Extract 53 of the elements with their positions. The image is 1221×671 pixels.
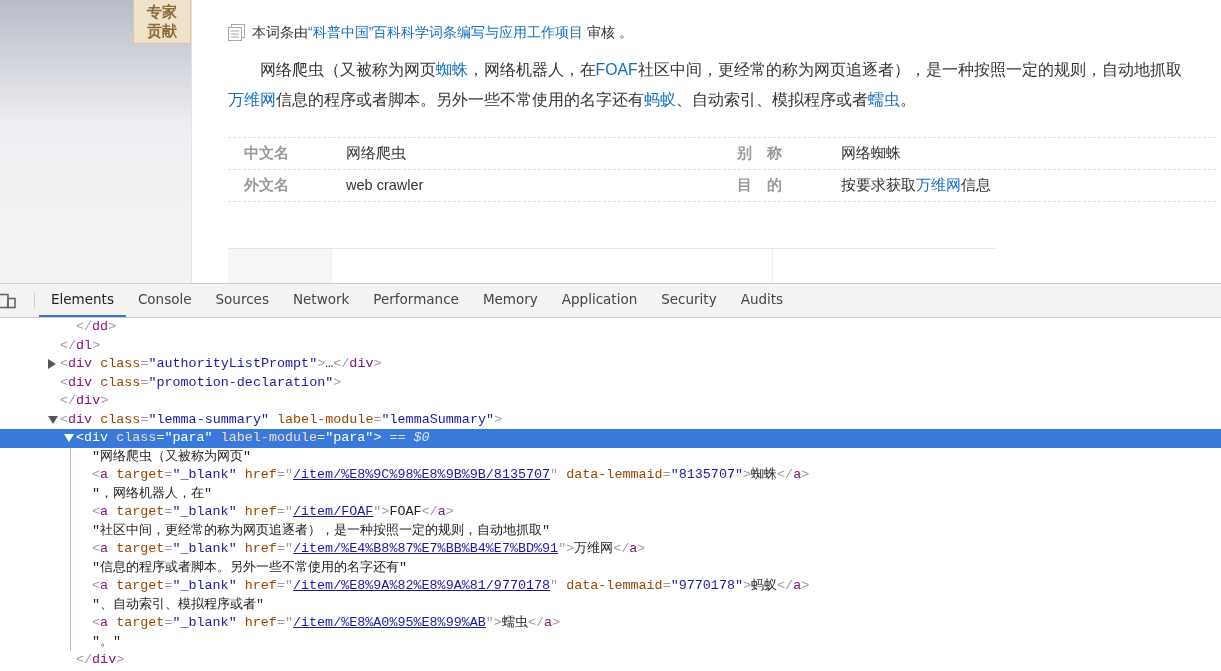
devtools-tab[interactable]: Performance	[361, 284, 471, 317]
devtools-tab[interactable]: Security	[649, 284, 729, 317]
code-line[interactable]: "信息的程序或者脚本。另外一些不常使用的名字还有"	[92, 558, 408, 577]
code-line[interactable]: <a target="_blank" href="/item/FOAF">FOAF</a>	[92, 503, 454, 522]
text-link[interactable]: 蜘蛛	[435, 61, 468, 78]
devtools-tab[interactable]: Application	[549, 284, 650, 317]
code-line[interactable]: <div class="authorityListPrompt">…</div>	[60, 355, 382, 374]
code-line[interactable]: "社区中间，更经常的称为网页追逐者），是一种按照一定的规则，自动地抓取"	[92, 521, 551, 540]
document-icon	[228, 24, 245, 41]
code-line[interactable]: </div>	[76, 651, 125, 670]
code-line[interactable]: "，网络机器人，在"	[92, 484, 213, 503]
href-link[interactable]: /item/%E8%9A%82%E8%9A%81/9770178	[292, 578, 551, 593]
href-link[interactable]: /item/%E4%B8%87%E7%BB%B4%E7%BD%91	[292, 541, 559, 556]
devtools-tab[interactable]: Network	[280, 284, 362, 317]
summary-paragraph: 网络爬虫（又被称为网页蜘蛛，网络机器人，在FOAF社区中间，更经常的称为网页追逐者），是一种按照一定的规则，自动地抓取 万维网信息的程序或者脚本。另外一些不常使用的名字还有蚂蚁、自动索引、模拟程序或者蠕虫。	[228, 60, 1183, 110]
code-line[interactable]: <div class="promotion-declaration">	[60, 373, 342, 392]
expand-triangle-icon[interactable]	[48, 359, 56, 370]
field-label: 中文名	[244, 144, 289, 161]
text-link[interactable]: 蠕虫	[868, 91, 900, 108]
text-link[interactable]: 万维网	[228, 91, 276, 108]
code-line[interactable]: <a target="_blank" href="/item/%E8%9C%98%E8%9B%9B/8135707" data-lemmaid="8135707">蜘蛛</a>	[92, 466, 810, 485]
code-line[interactable]: "。"	[92, 632, 122, 651]
devtools-tab[interactable]: Audits	[728, 284, 796, 317]
code-line[interactable]: <div class="lemma-summary" label-module="lemmaSummary">	[60, 410, 503, 429]
devtools-tab[interactable]: Elements	[39, 284, 126, 317]
devtools-tab[interactable]: Sources	[203, 284, 281, 317]
field-value: 按要求获取万维网信息	[841, 176, 991, 193]
text-link[interactable]: 蚂蚁	[644, 91, 676, 108]
field-label: 目 的	[737, 176, 782, 193]
field-value: web crawler	[346, 176, 424, 193]
text-link[interactable]: 万维网	[916, 176, 961, 193]
code-line[interactable]: <a target="_blank" href="/item/%E8%9A%82%E8%9A%81/9770178" data-lemmaid="9770178">蚂蚁</a>	[92, 577, 810, 596]
code-line[interactable]: <a target="_blank" href="/item/%E4%B8%87%E7%BB%B4%E7%BD%91">万维网</a>	[92, 540, 646, 559]
expert-contribution-badge[interactable]: 专家 贡献	[133, 0, 191, 44]
code-line[interactable]: </div>	[60, 392, 109, 411]
code-line[interactable]: "网络爬虫（又被称为网页"	[92, 447, 252, 466]
text-link[interactable]: FOAF	[595, 61, 638, 78]
field-value: 网络爬虫	[346, 144, 406, 161]
devtools-tab[interactable]: Memory	[470, 284, 550, 317]
code-line[interactable]: "、自动索引、模拟程序或者"	[92, 595, 265, 614]
review-note: 本词条由“科普中国”百科科学词条编写与应用工作项目 审核 。	[252, 23, 634, 42]
devtools-tab[interactable]: Console	[125, 284, 204, 317]
href-link[interactable]: /item/FOAF	[292, 504, 374, 519]
href-link[interactable]: /item/%E8%9C%98%E8%9B%9B/8135707	[292, 467, 551, 482]
text-link[interactable]: “科普中国”百科科学词条编写与应用工作项目	[308, 24, 584, 40]
device-toolbar-icon[interactable]	[0, 291, 16, 310]
href-link[interactable]: /item/%E8%A0%95%E8%99%AB	[292, 615, 486, 630]
field-label: 外文名	[244, 176, 289, 193]
code-line[interactable]: </dl>	[60, 336, 101, 355]
field-value: 网络蜘蛛	[841, 144, 901, 161]
code-line[interactable]: </dd>	[76, 318, 117, 337]
code-line[interactable]: <a target="_blank" href="/item/%E8%A0%95%E8%99%AB">蠕虫</a>	[92, 614, 561, 633]
field-label: 别 称	[737, 144, 782, 161]
